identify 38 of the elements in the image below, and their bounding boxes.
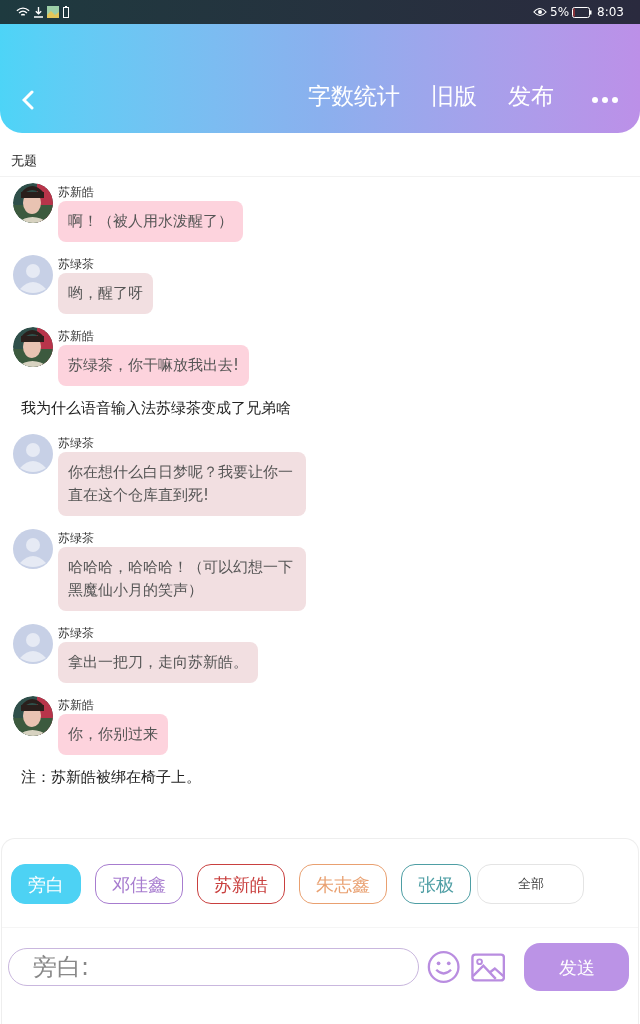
speaker-name: 苏绿茶 [58, 624, 94, 642]
header-action[interactable]: 字数统计 [308, 78, 400, 113]
narration-text: 注：苏新皓被绑在椅子上。 [20, 766, 202, 788]
emoji-icon[interactable] [426, 950, 460, 984]
character-chip[interactable]: 旁白 [11, 864, 81, 904]
message-bubble: 哟，醒了呀 [58, 273, 153, 314]
character-chip[interactable]: 张极 [401, 864, 471, 904]
battery-icon [63, 6, 69, 18]
message-bubble: 啊！（被人用水泼醒了） [58, 201, 243, 242]
message-bubble: 你在想什么白日梦呢？我要让你一直在这个仓库直到死! [58, 451, 306, 516]
battery-percent: 5% [550, 4, 570, 21]
image-icon[interactable] [470, 952, 506, 982]
send-button[interactable]: 发送 [524, 943, 629, 991]
header-action[interactable]: 发布 [508, 78, 554, 113]
message-input[interactable]: 旁白: [8, 948, 419, 986]
header-action[interactable]: 旧版 [431, 78, 477, 113]
message-bubble: 你，你别过来 [58, 713, 168, 755]
document-title: 无题 [11, 151, 37, 170]
battery-icon [572, 6, 593, 18]
speaker-name: 苏绿茶 [58, 529, 94, 547]
speaker-name: 苏绿茶 [58, 434, 94, 452]
wifi-icon [16, 6, 30, 18]
image-icon [47, 6, 59, 18]
speaker-name: 苏新皓 [58, 696, 94, 714]
speaker-name: 苏绿茶 [58, 256, 94, 273]
clock: 8:03 [597, 4, 624, 21]
message-bubble: 哈哈哈，哈哈哈！（可以幻想一下黑魔仙小月的笑声） [58, 546, 306, 611]
all-button[interactable]: 全部 [477, 864, 584, 904]
narration-text: 我为什么语音输入法苏绿茶变成了兄弟啥 [20, 398, 292, 419]
message-bubble: 苏绿茶，你干嘛放我出去! [58, 345, 249, 386]
character-chip[interactable]: 邓佳鑫 [95, 864, 183, 904]
message-bubble: 拿出一把刀，走向苏新皓。 [58, 641, 258, 683]
character-chip[interactable]: 苏新皓 [197, 864, 285, 904]
speaker-name: 苏新皓 [58, 328, 94, 345]
character-chip[interactable]: 朱志鑫 [299, 864, 387, 904]
speaker-name: 苏新皓 [58, 184, 94, 201]
eye-icon [533, 7, 547, 17]
download-icon [34, 6, 43, 18]
